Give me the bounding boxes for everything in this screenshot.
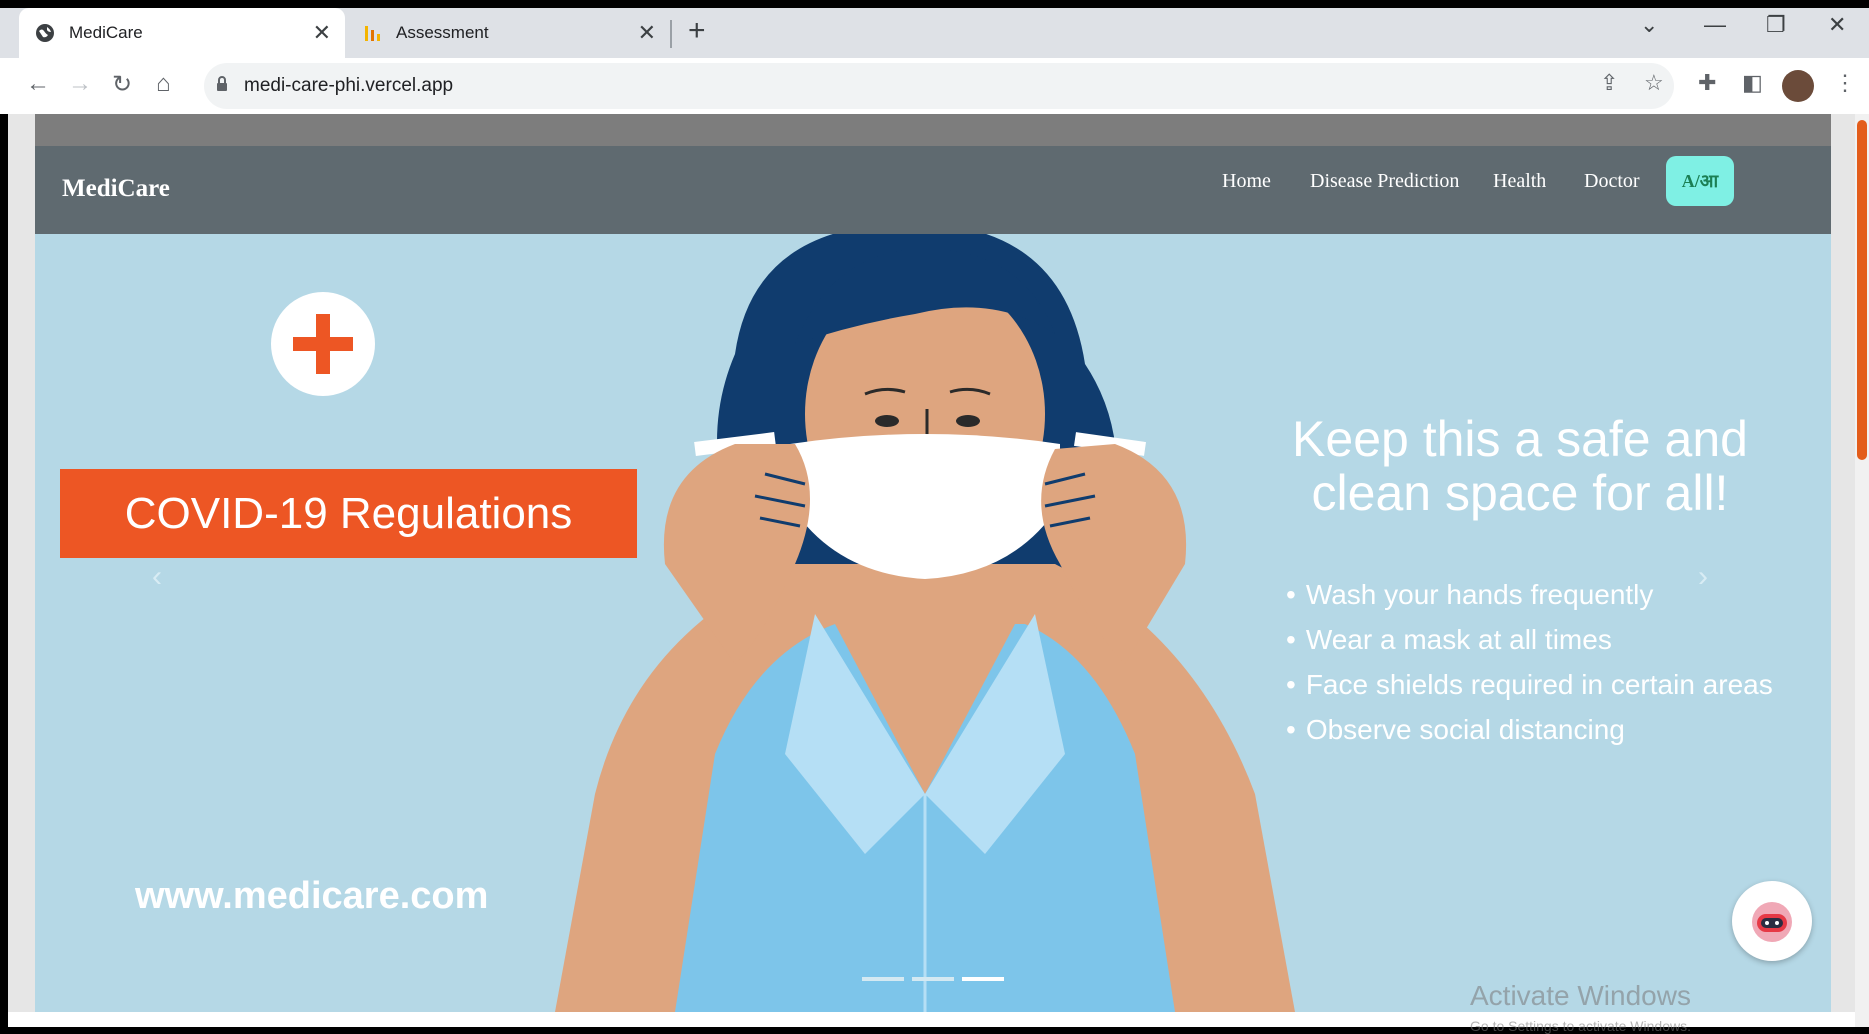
tab-separator <box>670 20 672 48</box>
left-eye <box>875 415 899 427</box>
back-icon[interactable]: ← <box>26 70 50 98</box>
tab-title: MediCare <box>69 23 143 42</box>
profile-avatar[interactable] <box>1782 70 1814 102</box>
right-eye <box>956 415 980 427</box>
home-icon[interactable]: ⌂ <box>156 70 171 98</box>
list-item: Observe social distancing <box>1286 707 1773 752</box>
nav-doctor[interactable]: Doctor <box>1584 170 1640 193</box>
safety-list: Wash your hands frequently Wear a mask a… <box>1286 572 1773 752</box>
side-panel-icon[interactable]: ◧ <box>1742 70 1763 96</box>
minimize-icon[interactable]: — <box>1704 12 1726 38</box>
list-item: Face shields required in certain areas <box>1286 662 1773 707</box>
carousel-indicator-active[interactable] <box>962 977 1004 981</box>
window-close-icon[interactable]: ✕ <box>1828 12 1846 38</box>
hero-title-line: clean space for all! <box>1311 465 1729 521</box>
site-brand[interactable]: MediCare <box>62 175 170 203</box>
reload-icon[interactable]: ↻ <box>112 70 132 99</box>
site-navbar <box>35 146 1831 234</box>
website-url-text: www.medicare.com <box>135 875 489 917</box>
language-toggle-button[interactable]: A/आ <box>1666 156 1734 206</box>
close-tab-icon[interactable]: ✕ <box>313 20 331 46</box>
restore-icon[interactable]: ❐ <box>1766 12 1786 38</box>
nav-disease-prediction[interactable]: Disease Prediction <box>1310 170 1459 193</box>
tab-search-icon[interactable]: ⌄ <box>1640 12 1658 38</box>
page-top-band <box>35 114 1831 146</box>
carousel-indicator[interactable] <box>912 977 954 981</box>
tab-title: Assessment <box>396 23 489 42</box>
hero-title: Keep this a safe and clean space for all… <box>1250 412 1790 520</box>
robot-icon <box>1752 902 1792 942</box>
covid-regulations-banner: COVID-19 Regulations <box>60 469 637 558</box>
close-tab-icon[interactable]: ✕ <box>638 20 656 46</box>
hero-title-line: Keep this a safe and <box>1292 411 1748 467</box>
carousel-prev-icon[interactable]: ‹ <box>152 560 162 594</box>
nav-home[interactable]: Home <box>1222 170 1271 193</box>
analytics-icon <box>362 23 382 43</box>
forward-icon[interactable]: → <box>68 70 92 98</box>
menu-icon[interactable]: ⋮ <box>1834 70 1856 96</box>
bookmark-star-icon[interactable]: ☆ <box>1644 70 1664 96</box>
new-tab-icon[interactable]: + <box>688 14 706 48</box>
carousel-indicator[interactable] <box>862 977 904 981</box>
screen-top-edge <box>0 0 1869 8</box>
chatbot-button[interactable] <box>1732 881 1812 961</box>
lock-icon <box>216 75 228 97</box>
share-icon[interactable]: ⇪ <box>1600 70 1618 96</box>
url-text: medi-care-phi.vercel.app <box>244 75 454 96</box>
tab-medicare[interactable]: MediCare ✕ <box>19 8 345 58</box>
carousel-next-icon[interactable]: › <box>1698 560 1708 594</box>
tab-assessment[interactable]: Assessment ✕ <box>350 8 670 58</box>
globe-icon <box>35 23 55 43</box>
scrollbar-thumb[interactable] <box>1857 120 1867 460</box>
list-item: Wear a mask at all times <box>1286 617 1773 662</box>
address-bar[interactable]: medi-care-phi.vercel.app <box>204 63 1674 109</box>
activate-windows-watermark: Activate Windows <box>1470 980 1691 1011</box>
activate-windows-subtext: Go to Settings to activate Windows. <box>1470 1018 1691 1034</box>
extensions-icon[interactable]: ✚ <box>1698 70 1716 96</box>
nav-health[interactable]: Health <box>1493 170 1546 193</box>
